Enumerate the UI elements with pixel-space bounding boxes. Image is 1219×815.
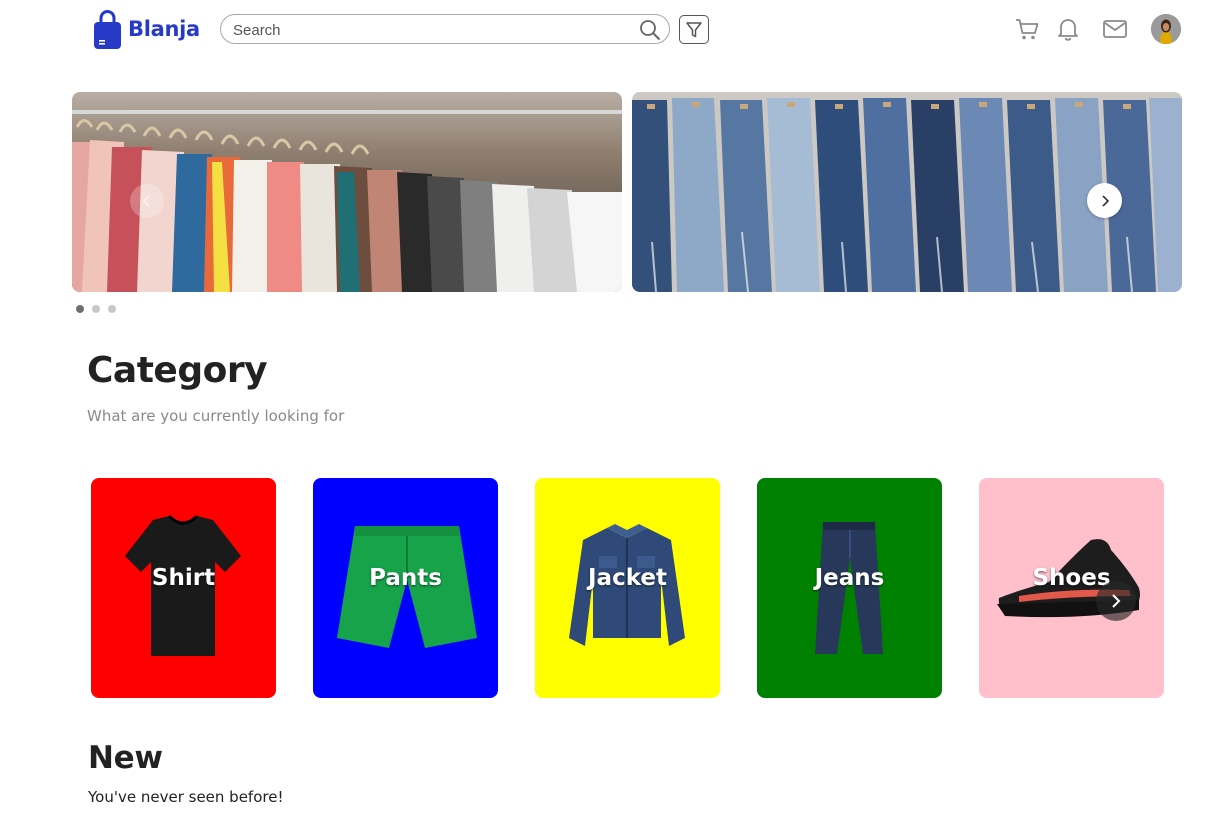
category-label-shirt: Shirt bbox=[151, 565, 216, 591]
cart-icon[interactable] bbox=[1014, 16, 1040, 42]
category-next-button[interactable] bbox=[1096, 581, 1136, 621]
category-card-jeans[interactable]: Jeans bbox=[757, 478, 942, 698]
search-bar bbox=[220, 14, 670, 44]
category-label-pants: Pants bbox=[369, 565, 442, 591]
category-card-shirt[interactable]: Shirt bbox=[91, 478, 276, 698]
carousel-dots bbox=[76, 305, 116, 313]
new-section-subtitle: You've never seen before! bbox=[88, 788, 284, 806]
shopping-bag-icon bbox=[93, 9, 122, 49]
user-avatar[interactable] bbox=[1151, 14, 1181, 44]
carousel-dot-1[interactable] bbox=[76, 305, 84, 313]
chevron-right-icon bbox=[1101, 194, 1109, 207]
category-card-pants[interactable]: Pants bbox=[313, 478, 498, 698]
carousel-prev-button[interactable] bbox=[130, 184, 164, 218]
category-card-shoes[interactable]: Shoes bbox=[979, 478, 1164, 698]
brand-logo[interactable]: Blanja bbox=[93, 9, 200, 49]
search-input[interactable] bbox=[233, 20, 633, 40]
mail-icon[interactable] bbox=[1102, 16, 1128, 42]
filter-icon bbox=[686, 21, 702, 37]
chevron-right-icon bbox=[1112, 594, 1121, 608]
category-card-jacket[interactable]: Jacket bbox=[535, 478, 720, 698]
new-section-title: New bbox=[88, 740, 163, 776]
chevron-left-icon bbox=[142, 195, 150, 207]
bell-icon[interactable] bbox=[1055, 16, 1081, 42]
category-label-jeans: Jeans bbox=[814, 565, 885, 591]
carousel-dot-2[interactable] bbox=[92, 305, 100, 313]
category-label-shoes: Shoes bbox=[1032, 565, 1111, 591]
filter-button[interactable] bbox=[679, 15, 709, 44]
category-title: Category bbox=[87, 350, 268, 391]
brand-name: Blanja bbox=[128, 17, 200, 41]
header: Blanja bbox=[0, 0, 1219, 62]
carousel-dot-3[interactable] bbox=[108, 305, 116, 313]
category-subtitle: What are you currently looking for bbox=[87, 407, 345, 425]
search-icon[interactable] bbox=[639, 19, 661, 41]
category-label-jacket: Jacket bbox=[588, 565, 667, 591]
carousel-next-button[interactable] bbox=[1087, 183, 1122, 218]
